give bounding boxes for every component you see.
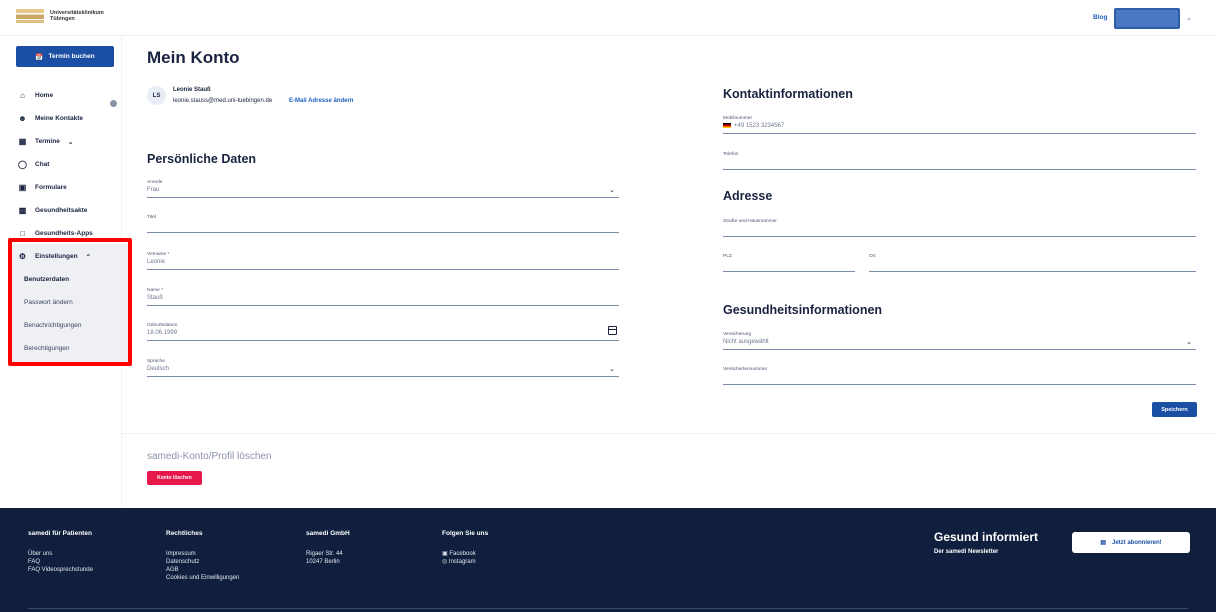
chat-icon: ◯: [18, 160, 27, 169]
section-title-personal: Persönliche Daten: [147, 152, 257, 166]
sidebar-item-chat[interactable]: ◯ Chat: [18, 160, 49, 169]
section-title-address: Adresse: [723, 189, 773, 203]
user-email: leonie.stauss@med.uni-tuebingen.de: [173, 98, 273, 104]
sidebar-item-appointments[interactable]: ▦ Termine ⌄: [18, 137, 74, 146]
first-name-field[interactable]: Vorname * Leonie: [147, 252, 619, 270]
title-field[interactable]: Titel: [147, 215, 619, 233]
footer-link[interactable]: Über uns: [28, 550, 93, 558]
chevron-down-icon: ⌄: [609, 187, 615, 194]
last-name-field[interactable]: Name * Stauß: [147, 288, 619, 306]
footer-link[interactable]: AGB: [166, 566, 239, 574]
newsletter-icon: ▤: [1100, 540, 1106, 546]
delete-account-title: samedi-Konto/Profil löschen: [147, 451, 272, 462]
footer-link[interactable]: FAQ: [28, 558, 93, 566]
language-select[interactable]: Sprache Deutsch ⌄: [147, 359, 619, 377]
sidebar-item-health-record[interactable]: ▩ Gesundheitsakte: [18, 206, 88, 215]
page-title: Mein Konto: [147, 48, 240, 67]
footer-link[interactable]: Cookies und Einwilligungen: [166, 574, 239, 582]
street-field[interactable]: Straße und Hausnummer: [723, 219, 1196, 237]
section-title-contact: Kontaktinformationen: [723, 87, 853, 101]
salutation-select[interactable]: Anrede Frau ⌄: [147, 180, 619, 198]
phone-field[interactable]: Telefon: [723, 152, 1196, 170]
insurance-select[interactable]: Versicherung Nicht ausgewählt ⌄: [723, 332, 1196, 350]
footer-col-patients: samedi für Patienten Über uns FAQ FAQ Vi…: [28, 530, 93, 574]
sidebar-item-health-apps[interactable]: □ Gesundheits-Apps: [18, 229, 93, 238]
instagram-link[interactable]: ◎ Instagram: [442, 558, 488, 566]
calendar-icon: ▦: [18, 137, 27, 146]
postal-code-field[interactable]: PLZ: [723, 254, 855, 272]
top-bar: Universitätsklinikum Tübingen Blog ⌄: [0, 0, 1216, 36]
sidebar-item-home[interactable]: ⌂ Home: [18, 91, 53, 100]
footer: samedi für Patienten Über uns FAQ FAQ Vi…: [0, 508, 1216, 612]
city-field[interactable]: Ort: [869, 254, 1196, 272]
chevron-down-icon: ⌄: [609, 366, 615, 373]
save-button[interactable]: Speichern: [1152, 402, 1197, 417]
book-appointment-button[interactable]: 📅 Termin buchen: [16, 46, 114, 67]
user-name: Leonie Stauß: [173, 87, 211, 93]
contacts-icon: ☻: [18, 114, 27, 123]
subscribe-button[interactable]: ▤ Jetzt abonnieren!: [1072, 532, 1190, 553]
facebook-link[interactable]: ▣ Facebook: [442, 550, 488, 558]
mobile-field[interactable]: Mobilnummer +49 1523 3234567: [723, 116, 1196, 134]
info-icon[interactable]: [110, 100, 117, 107]
footer-col-social: Folgen Sie uns ▣ Facebook ◎ Instagram: [442, 530, 489, 566]
newsletter-subtitle: Der samedi Newsletter: [934, 549, 999, 555]
home-icon: ⌂: [20, 91, 25, 100]
footer-link[interactable]: Impressum: [166, 550, 239, 558]
blog-link[interactable]: Blog: [1093, 14, 1107, 21]
footer-col-legal: Rechtliches Impressum Datenschutz AGB Co…: [166, 530, 240, 582]
germany-flag-icon: [723, 123, 731, 128]
change-email-link[interactable]: E-Mail Adresse ändern: [289, 98, 353, 104]
avatar: LS: [147, 86, 166, 105]
record-icon: ▩: [18, 206, 27, 215]
user-menu-redacted[interactable]: [1114, 8, 1180, 29]
calendar-icon[interactable]: [608, 326, 617, 335]
delete-account-section: [122, 433, 1216, 506]
chevron-down-icon[interactable]: ⌄: [1186, 14, 1192, 22]
calendar-icon: 📅: [35, 53, 44, 61]
chevron-down-icon: ⌄: [1186, 339, 1192, 346]
insured-number-field[interactable]: Versichertennummer: [723, 367, 1196, 385]
clipboard-icon: ▣: [18, 183, 27, 192]
footer-divider: [28, 608, 1188, 609]
delete-account-button[interactable]: Konto löschen: [147, 471, 202, 485]
section-title-health: Gesundheitsinformationen: [723, 303, 883, 317]
instagram-icon: ◎: [442, 559, 449, 565]
logo-mark-icon: [16, 9, 44, 23]
apps-icon: □: [20, 229, 25, 238]
logo-line-2: Tübingen: [50, 16, 75, 22]
footer-link[interactable]: FAQ Videosprechstunde: [28, 566, 93, 574]
highlight-annotation-box: [8, 238, 132, 366]
sidebar-item-forms[interactable]: ▣ Formulare: [18, 183, 67, 192]
birthdate-field[interactable]: Geburtsdatum 18.06.1999: [147, 323, 619, 341]
footer-link[interactable]: Datenschutz: [166, 558, 239, 566]
footer-col-company: samedi GmbH Rigaer Str. 44 10247 Berlin: [306, 530, 350, 565]
newsletter-title: Gesund informiert: [934, 530, 1039, 544]
chevron-down-icon: ⌄: [67, 138, 74, 146]
sidebar-item-contacts[interactable]: ☻ Meine Kontakte: [18, 114, 83, 123]
logo[interactable]: Universitätsklinikum Tübingen: [16, 9, 104, 23]
